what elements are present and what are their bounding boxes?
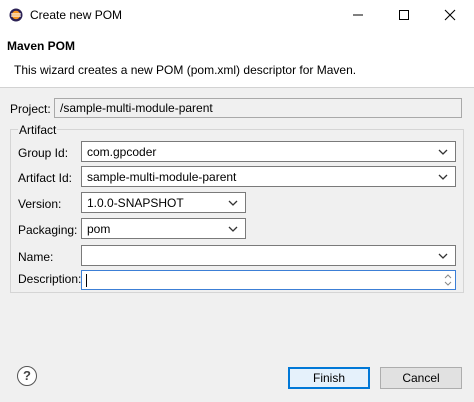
group-id-combo[interactable]: com.gpcoder (81, 141, 456, 162)
packaging-value: pom (87, 222, 111, 236)
close-button[interactable] (430, 0, 470, 30)
maximize-icon (399, 10, 409, 20)
page-title: Maven POM (7, 39, 76, 53)
chevron-down-icon (438, 149, 448, 155)
group-id-label: Group Id: (18, 146, 69, 160)
description-field[interactable] (81, 270, 456, 290)
packaging-label: Packaging: (18, 223, 78, 237)
close-icon (444, 9, 456, 21)
wizard-header: Maven POM This wizard creates a new POM … (0, 30, 474, 88)
cancel-button[interactable]: Cancel (380, 367, 462, 389)
finish-button[interactable]: Finish (288, 367, 370, 389)
minimize-button[interactable] (338, 0, 378, 30)
name-label: Name: (18, 250, 54, 264)
window-title: Create new POM (30, 8, 123, 22)
minimize-icon (353, 14, 363, 16)
artifact-id-value: sample-multi-module-parent (87, 170, 237, 184)
name-combo[interactable] (81, 245, 456, 266)
group-id-value: com.gpcoder (87, 145, 157, 159)
project-field: /sample-multi-module-parent (54, 98, 462, 118)
eclipse-icon (9, 8, 23, 22)
chevron-down-icon (228, 200, 238, 206)
help-button[interactable]: ? (17, 366, 37, 386)
version-combo[interactable]: 1.0.0-SNAPSHOT (81, 192, 246, 213)
page-description: This wizard creates a new POM (pom.xml) … (14, 63, 357, 77)
text-caret (86, 274, 87, 287)
chevron-down-icon (438, 253, 448, 259)
project-label: Project: (10, 102, 51, 116)
maximize-button[interactable] (384, 0, 424, 30)
artifact-id-label: Artifact Id: (18, 171, 73, 185)
description-label: Description: (18, 272, 82, 286)
title-bar: Create new POM (0, 0, 474, 30)
artifact-legend: Artifact (18, 123, 58, 137)
packaging-combo[interactable]: pom (81, 218, 246, 239)
chevron-down-icon (438, 174, 448, 180)
chevron-down-icon (228, 226, 238, 232)
artifact-id-combo[interactable]: sample-multi-module-parent (81, 166, 456, 187)
version-value: 1.0.0-SNAPSHOT (87, 196, 184, 210)
version-label: Version: (18, 197, 62, 211)
scroll-arrows-icon[interactable] (442, 272, 454, 288)
